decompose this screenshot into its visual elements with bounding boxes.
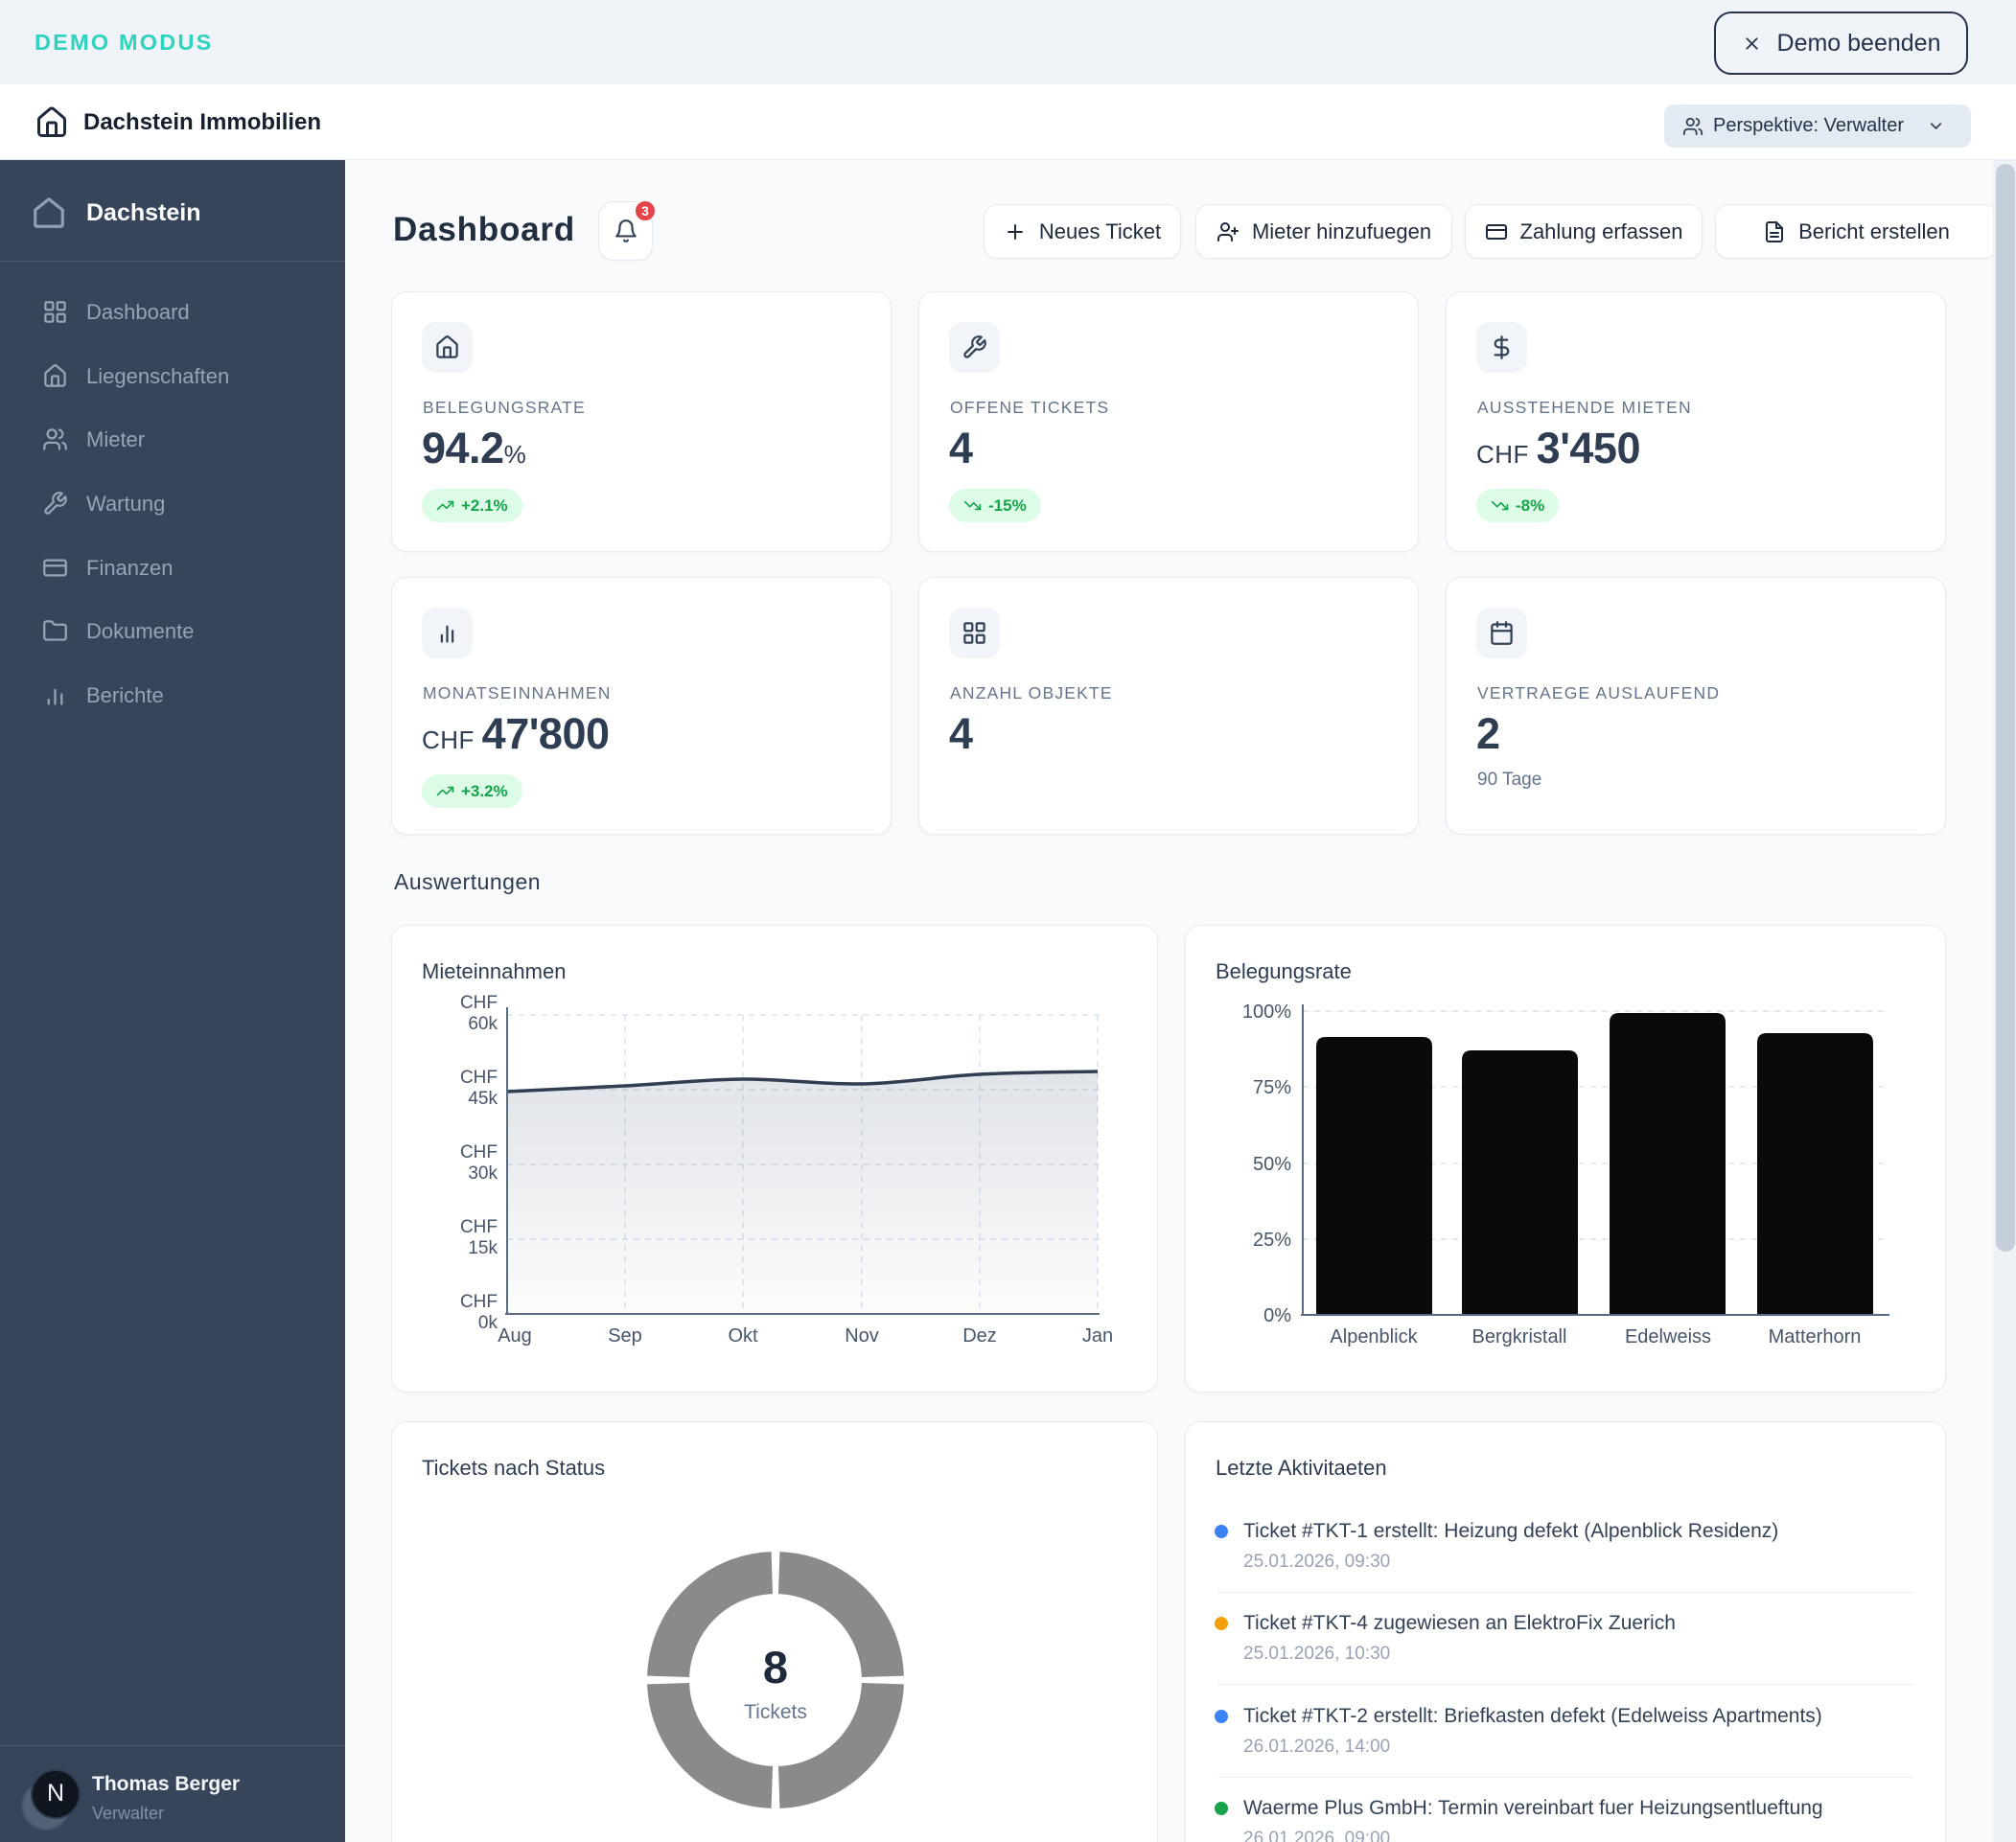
svg-text:0%: 0% <box>1263 1305 1291 1326</box>
svg-text:8: 8 <box>763 1642 788 1692</box>
svg-text:Sep: Sep <box>608 1325 642 1347</box>
svg-text:0k: 0k <box>478 1313 498 1333</box>
svg-text:CHF: CHF <box>460 1142 498 1163</box>
svg-text:50%: 50% <box>1253 1154 1291 1175</box>
svg-text:CHF: CHF <box>460 1217 498 1237</box>
svg-text:30k: 30k <box>468 1163 498 1184</box>
svg-text:Jan: Jan <box>1082 1325 1113 1347</box>
svg-text:Alpenblick: Alpenblick <box>1330 1326 1418 1347</box>
svg-text:45k: 45k <box>468 1089 498 1109</box>
svg-text:Okt: Okt <box>728 1325 758 1347</box>
svg-text:100%: 100% <box>1242 1002 1291 1023</box>
svg-text:CHF: CHF <box>460 993 498 1013</box>
svg-text:15k: 15k <box>468 1238 498 1258</box>
svg-text:Nov: Nov <box>845 1325 879 1347</box>
svg-text:CHF: CHF <box>460 1068 498 1088</box>
svg-text:Bergkristall: Bergkristall <box>1472 1326 1567 1347</box>
svg-text:Aug: Aug <box>498 1325 532 1347</box>
svg-text:25%: 25% <box>1253 1230 1291 1251</box>
svg-text:Matterhorn: Matterhorn <box>1769 1326 1862 1347</box>
svg-text:Tickets: Tickets <box>744 1701 807 1723</box>
svg-text:CHF: CHF <box>460 1292 498 1312</box>
svg-text:Dez: Dez <box>962 1325 997 1347</box>
svg-text:60k: 60k <box>468 1014 498 1034</box>
svg-text:75%: 75% <box>1253 1077 1291 1098</box>
svg-text:Edelweiss: Edelweiss <box>1625 1326 1711 1347</box>
